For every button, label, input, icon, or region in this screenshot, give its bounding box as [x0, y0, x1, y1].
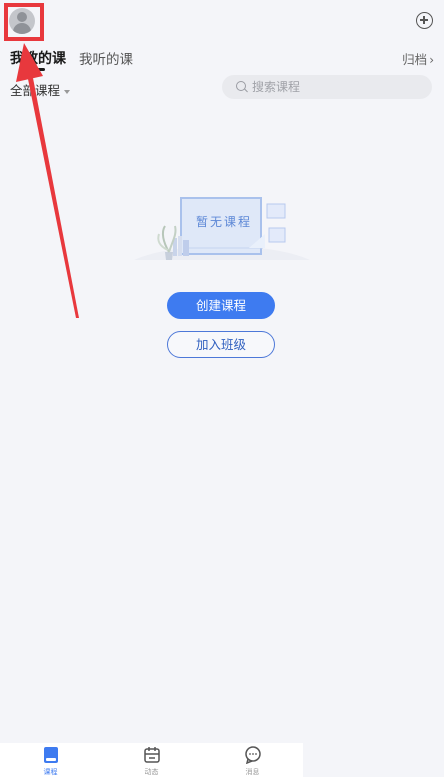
archive-label: 归档 — [402, 52, 428, 67]
bottom-nav: 课程 动态 消息 — [0, 743, 303, 777]
tab-my-listening[interactable]: 我听的课 — [79, 48, 133, 68]
calendar-icon — [143, 747, 160, 763]
avatar-icon — [17, 12, 27, 22]
tab-my-teaching[interactable]: 我教的课 — [10, 48, 66, 68]
course-filter-dropdown[interactable]: 全部课程 — [10, 80, 71, 99]
caret-down-icon — [64, 89, 71, 94]
search-box[interactable] — [222, 75, 432, 99]
avatar-body-shape — [13, 23, 31, 34]
book-icon — [43, 747, 58, 763]
annotation-arrow — [16, 43, 79, 318]
search-input[interactable] — [252, 75, 427, 99]
avatar[interactable] — [9, 8, 35, 34]
create-course-button[interactable]: 创建课程 — [167, 292, 275, 319]
plus-circle-icon[interactable] — [416, 12, 433, 29]
chat-bubble-icon — [244, 746, 261, 764]
nav-item-messages[interactable]: 消息 — [223, 743, 283, 777]
archive-link[interactable]: 归档 › — [402, 49, 434, 68]
nav-label-feed: 动态 — [144, 768, 159, 776]
nav-label-messages: 消息 — [245, 768, 260, 776]
search-icon — [236, 81, 246, 91]
empty-courses-illustration — [115, 197, 330, 285]
nav-item-courses[interactable]: 课程 — [21, 743, 81, 777]
empty-state-text: 暂无课程 — [196, 215, 253, 229]
chevron-right-icon: › — [429, 53, 434, 67]
active-tab-indicator — [25, 68, 45, 71]
join-class-button[interactable]: 加入班级 — [167, 331, 275, 358]
course-filter-label: 全部课程 — [10, 83, 61, 98]
nav-label-courses: 课程 — [43, 768, 58, 776]
nav-item-feed[interactable]: 动态 — [122, 743, 182, 777]
